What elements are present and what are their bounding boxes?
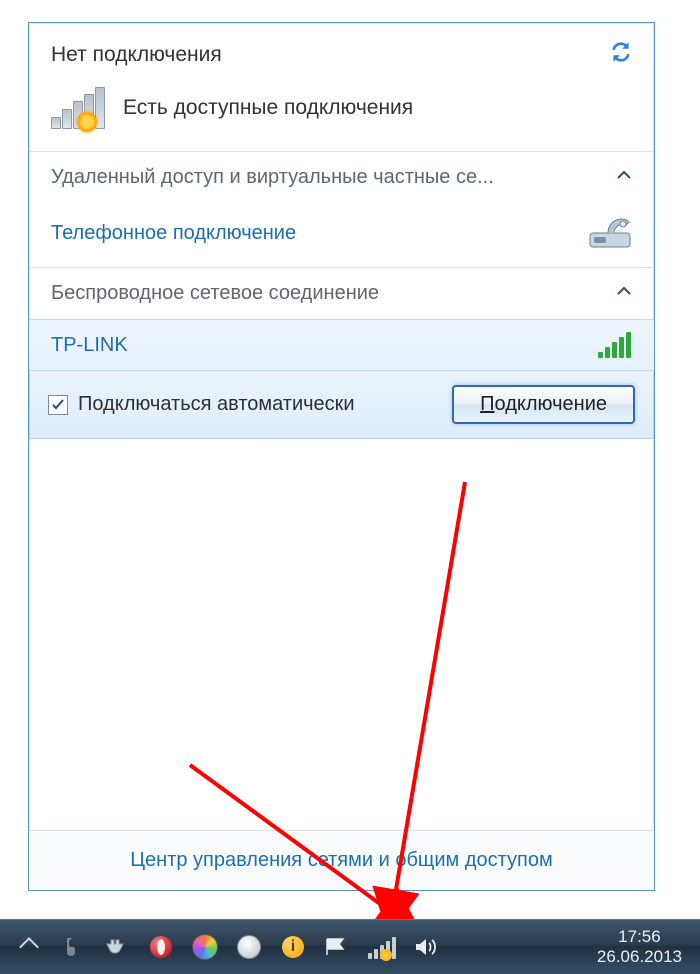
power-tray-icon[interactable] — [104, 934, 130, 960]
network-tray-icon[interactable] — [368, 934, 394, 960]
network-center-link[interactable]: Центр управления сетями и общим доступом — [29, 830, 654, 890]
auto-connect-label: Подключаться автоматически — [78, 393, 355, 416]
paint-tray-icon[interactable] — [192, 934, 218, 960]
wifi-ssid: TP-LINK — [51, 334, 128, 357]
refresh-icon[interactable] — [608, 39, 634, 71]
taskbar-clock[interactable]: 17:56 26.06.2013 — [579, 927, 700, 968]
clock-date: 26.06.2013 — [597, 947, 682, 967]
wifi-section-header[interactable]: Беспроводное сетевое соединение — [29, 268, 654, 319]
wifi-signal-icon — [598, 332, 632, 358]
wifi-network-item[interactable]: TP-LINK — [29, 319, 654, 371]
signal-bars-icon — [51, 87, 105, 129]
vpn-section-title: Удаленный доступ и виртуальные частные с… — [51, 166, 494, 189]
info-tray-icon[interactable]: i — [280, 934, 306, 960]
connect-button[interactable]: Подключение — [452, 385, 635, 424]
taskbar: i 17:56 26.06.2013 — [0, 919, 700, 974]
available-connections-row: Есть доступные подключения — [29, 83, 654, 151]
opera-tray-icon[interactable] — [148, 934, 174, 960]
action-center-icon[interactable] — [324, 934, 350, 960]
chevron-up-icon — [616, 166, 632, 189]
network-flyout: Нет подключения Есть доступные подключен… — [28, 22, 655, 891]
system-tray: i — [0, 920, 454, 974]
volume-tray-icon[interactable] — [412, 934, 438, 960]
auto-connect-option[interactable]: Подключаться автоматически — [48, 393, 355, 416]
vpn-section-header[interactable]: Удаленный доступ и виртуальные частные с… — [29, 152, 654, 203]
evernote-tray-icon[interactable] — [60, 934, 86, 960]
tray-expand-icon[interactable] — [16, 934, 42, 960]
chevron-up-icon — [616, 282, 632, 305]
wifi-section-title: Беспроводное сетевое соединение — [51, 282, 379, 305]
flyout-header: Нет подключения — [29, 23, 654, 83]
dialup-label: Телефонное подключение — [51, 222, 296, 245]
auto-connect-checkbox[interactable] — [48, 395, 68, 415]
wifi-connect-panel: Подключаться автоматически Подключение — [29, 371, 654, 439]
available-connections-label: Есть доступные подключения — [123, 96, 413, 120]
sync-tray-icon[interactable] — [236, 934, 262, 960]
clock-time: 17:56 — [597, 927, 682, 947]
flyout-spacer — [29, 439, 654, 830]
connection-status-title: Нет подключения — [51, 43, 222, 67]
dialup-item[interactable]: Телефонное подключение — [29, 203, 654, 267]
phone-modem-icon — [588, 215, 632, 251]
